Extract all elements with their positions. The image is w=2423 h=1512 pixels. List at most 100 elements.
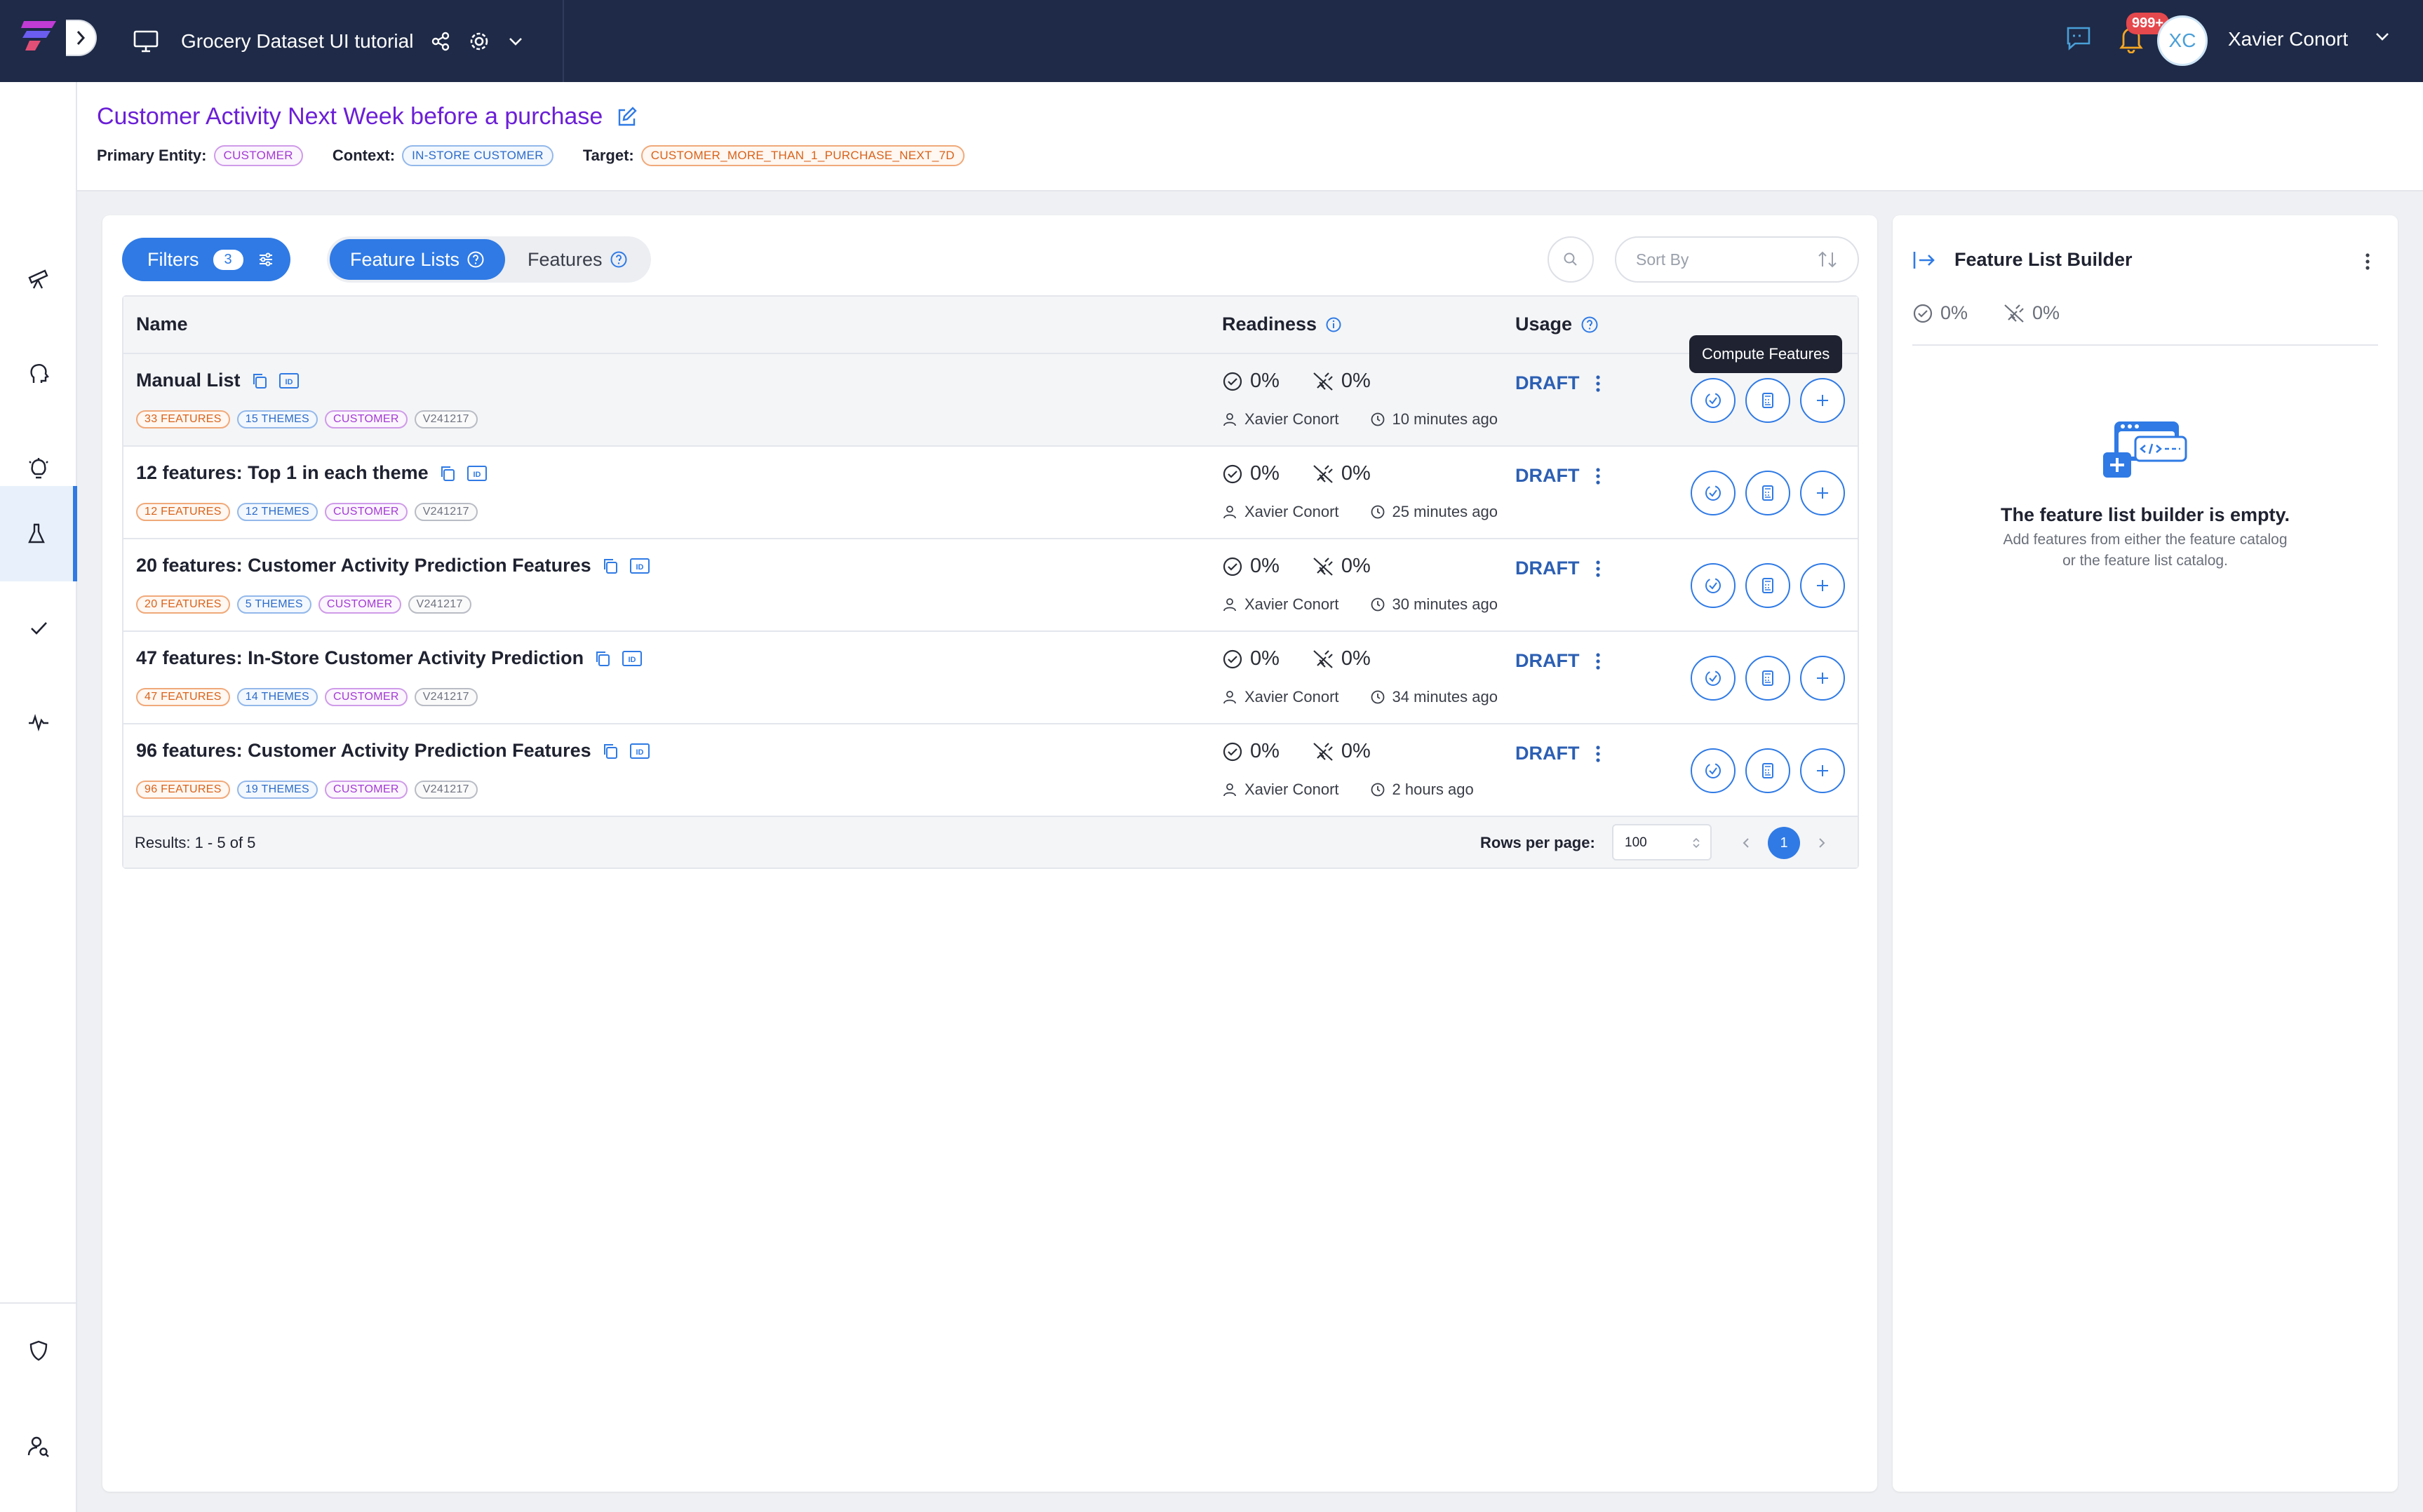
filters-button[interactable]: Filters 3: [122, 238, 290, 281]
telescope-icon: [28, 269, 48, 289]
empty-state-description: Add features from either the feature cat…: [1893, 529, 2398, 572]
calculate-button[interactable]: [1745, 748, 1790, 793]
nav-security[interactable]: [0, 1303, 77, 1398]
user-icon: [1223, 783, 1236, 797]
more-options-icon[interactable]: [1595, 374, 1602, 393]
copy-icon[interactable]: [593, 649, 612, 668]
nav-monitor[interactable]: [0, 674, 77, 769]
nav-user-search[interactable]: [0, 1398, 77, 1494]
compute-features-button[interactable]: [1691, 748, 1736, 793]
compute-features-button[interactable]: [1691, 563, 1736, 608]
avatar[interactable]: XC: [2157, 15, 2208, 66]
nav-experiment[interactable]: [0, 486, 77, 581]
user-name[interactable]: Xavier Conort: [2228, 28, 2348, 50]
copy-icon[interactable]: [250, 372, 269, 390]
chevron-left-icon[interactable]: [1741, 836, 1751, 850]
feature-list-name-text[interactable]: 47 features: In-Store Customer Activity …: [136, 647, 584, 669]
clock-icon: [1371, 598, 1384, 612]
calculate-button[interactable]: [1745, 471, 1790, 515]
add-to-builder-button[interactable]: [1800, 563, 1845, 608]
calculate-button[interactable]: [1745, 563, 1790, 608]
id-icon[interactable]: ID: [278, 372, 300, 390]
app-logo[interactable]: [20, 17, 60, 53]
chat-icon[interactable]: [2065, 25, 2092, 54]
status-badge[interactable]: DRAFT: [1515, 372, 1579, 394]
tab-feature-lists[interactable]: Feature Lists: [330, 239, 505, 280]
more-options-icon[interactable]: [1595, 652, 1602, 671]
calculate-button[interactable]: [1745, 378, 1790, 423]
sidebar-expand-button[interactable]: [66, 20, 97, 56]
compute-features-button[interactable]: [1691, 378, 1736, 423]
target-badge[interactable]: CUSTOMER_MORE_THAN_1_PURCHASE_NEXT_7D: [640, 145, 965, 166]
feature-list-name-text[interactable]: 20 features: Customer Activity Predictio…: [136, 555, 591, 576]
gear-icon[interactable]: [468, 30, 490, 53]
status-badge[interactable]: DRAFT: [1515, 743, 1579, 764]
id-icon[interactable]: ID: [467, 464, 488, 482]
table-row[interactable]: 20 features: Customer Activity Predictio…: [123, 539, 1858, 632]
more-options-icon[interactable]: [1595, 744, 1602, 764]
nav-ideation[interactable]: [0, 326, 77, 421]
theme-count-badge: 14 THEMES: [236, 688, 318, 706]
clock-icon: [1371, 690, 1384, 704]
notification-bell-icon[interactable]: 999+: [2118, 13, 2170, 57]
tab-features[interactable]: Features: [528, 239, 640, 280]
help-icon[interactable]: [467, 250, 485, 269]
calculate-button[interactable]: [1745, 656, 1790, 701]
status-badge[interactable]: DRAFT: [1515, 650, 1579, 672]
svg-text:ID: ID: [629, 656, 636, 664]
table-row[interactable]: 96 features: Customer Activity Predictio…: [123, 724, 1858, 817]
share-icon[interactable]: [430, 31, 451, 52]
add-to-builder-button[interactable]: [1800, 471, 1845, 515]
monitor-icon: [133, 30, 159, 53]
help-icon[interactable]: [610, 250, 628, 269]
chevron-right-icon[interactable]: [1817, 836, 1827, 850]
copy-icon[interactable]: [601, 742, 619, 760]
help-icon[interactable]: [1580, 316, 1599, 334]
id-icon[interactable]: ID: [629, 557, 650, 575]
nav-approve[interactable]: [0, 580, 77, 675]
table-row[interactable]: 47 features: In-Store Customer Activity …: [123, 632, 1858, 724]
offline-icon: [1313, 372, 1333, 391]
id-icon[interactable]: ID: [629, 742, 650, 760]
status-badge[interactable]: DRAFT: [1515, 465, 1579, 487]
feature-list-name-text[interactable]: 96 features: Customer Activity Predictio…: [136, 740, 591, 762]
project-title[interactable]: Grocery Dataset UI tutorial: [181, 30, 413, 53]
chevron-down-icon[interactable]: [507, 36, 524, 47]
more-options-icon[interactable]: [1595, 559, 1602, 579]
feature-list-name-text[interactable]: 12 features: Top 1 in each theme: [136, 462, 429, 484]
builder-readiness: 0% 0%: [1912, 302, 2060, 324]
entity-badge: CUSTOMER: [325, 503, 408, 521]
status-badge[interactable]: DRAFT: [1515, 558, 1579, 579]
more-options-icon[interactable]: [1595, 466, 1602, 486]
context-badge[interactable]: IN-STORE CUSTOMER: [402, 145, 553, 166]
feature-list-name-text[interactable]: Manual List: [136, 370, 241, 391]
feature-list-tags: 47 FEATURES 14 THEMES CUSTOMER V241217: [136, 688, 478, 706]
collapse-panel-icon[interactable]: [1912, 250, 1936, 271]
nav-telescope[interactable]: [0, 231, 77, 326]
edit-icon[interactable]: [615, 106, 638, 128]
add-to-builder-button[interactable]: [1800, 378, 1845, 423]
more-options-icon[interactable]: [2364, 252, 2371, 271]
svg-text:ID: ID: [473, 471, 481, 479]
search-button[interactable]: [1548, 236, 1594, 283]
add-to-builder-button[interactable]: [1800, 656, 1845, 701]
page-button-current[interactable]: 1: [1768, 827, 1800, 859]
primary-entity-badge[interactable]: CUSTOMER: [213, 145, 303, 166]
column-usage[interactable]: Usage: [1515, 313, 1599, 335]
compute-features-button[interactable]: [1691, 471, 1736, 515]
column-name[interactable]: Name: [136, 313, 188, 335]
table-row[interactable]: Manual List ID 33 FEATURES 15 THEMES CUSTOME…: [123, 354, 1858, 447]
add-to-builder-button[interactable]: [1800, 748, 1845, 793]
sort-by-select[interactable]: Sort By: [1615, 236, 1859, 283]
clock-icon: [1371, 505, 1384, 519]
chevron-down-icon[interactable]: [2374, 31, 2391, 46]
copy-icon[interactable]: [438, 464, 457, 482]
info-icon[interactable]: [1325, 316, 1342, 333]
user-icon: [1223, 691, 1236, 704]
table-row[interactable]: 12 features: Top 1 in each theme ID 12 FEA…: [123, 447, 1858, 539]
copy-icon[interactable]: [601, 557, 619, 575]
id-icon[interactable]: ID: [622, 649, 643, 668]
compute-features-button[interactable]: [1691, 656, 1736, 701]
column-readiness[interactable]: Readiness: [1222, 313, 1342, 335]
rows-per-page-select[interactable]: 100: [1612, 824, 1712, 860]
